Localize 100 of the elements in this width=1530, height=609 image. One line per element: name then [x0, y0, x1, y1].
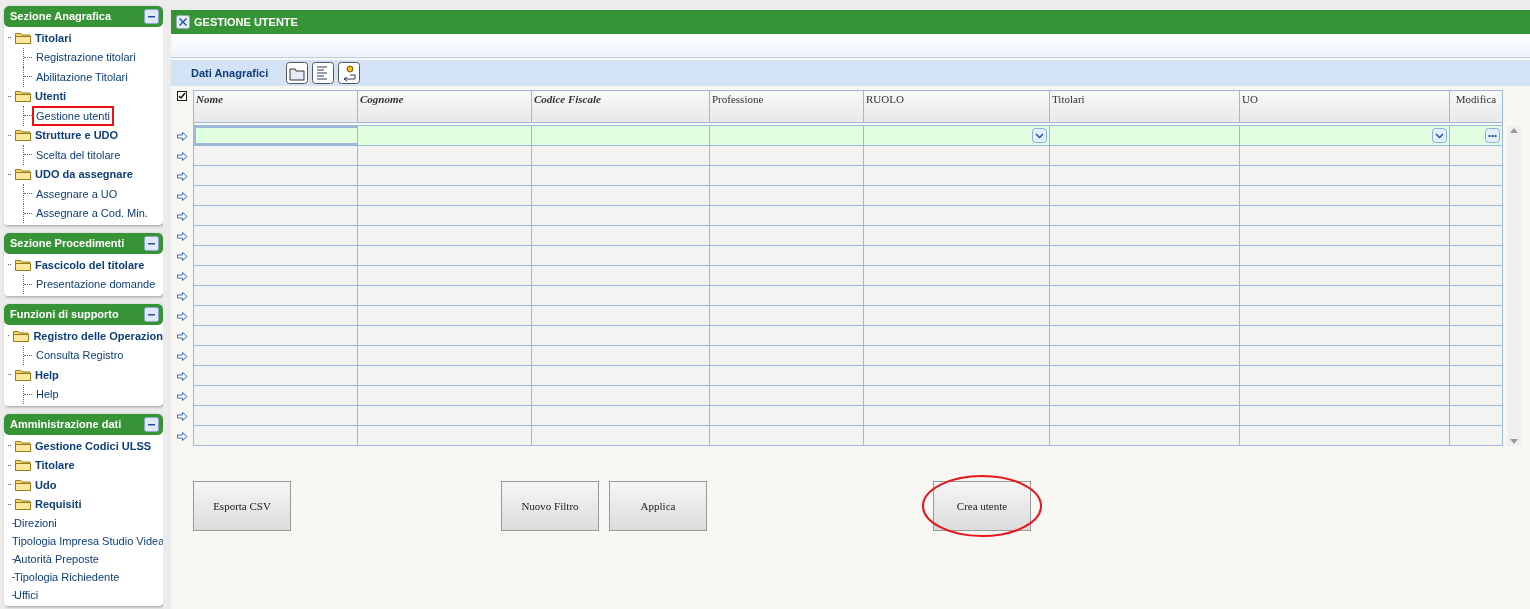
table-cell [1450, 186, 1502, 205]
folder-link[interactable]: UDO da assegnare [35, 166, 133, 183]
row-arrow-icon [176, 411, 188, 421]
menu-link[interactable]: Direzioni [14, 514, 57, 532]
row-arrow-icon [176, 151, 188, 161]
row-arrow-icon [176, 231, 188, 241]
row-arrow-icon [176, 391, 188, 401]
action-button[interactable]: Applica [609, 481, 707, 531]
close-icon[interactable] [176, 15, 190, 29]
folder-link[interactable]: Udo [35, 476, 57, 493]
row-arrow-icon [176, 351, 188, 361]
action-button[interactable]: Esporta CSV [193, 481, 291, 531]
folder-icon [15, 258, 31, 271]
tree-link[interactable]: Assegnare a UO [32, 183, 122, 204]
row-arrow-icon [176, 171, 188, 181]
panel-title: Amministrazione dati [10, 417, 122, 433]
row-arrow-icon [176, 311, 188, 321]
tree-link[interactable]: Help [32, 384, 63, 405]
table-cell [1450, 226, 1502, 245]
section-title: Dati Anagrafici [191, 65, 269, 81]
more-icon[interactable] [1485, 128, 1500, 143]
table-cell [1450, 286, 1502, 305]
row-arrow-icon [176, 431, 188, 441]
row-arrow-icon [176, 371, 188, 381]
menu-link[interactable]: Autorità Preposte [14, 550, 99, 568]
menu-link[interactable]: Tipologia Richiedente [14, 568, 120, 586]
folder-icon [15, 90, 31, 103]
column-header[interactable]: UO [1240, 91, 1450, 122]
panel-title: Funzioni di supporto [10, 307, 119, 323]
table-cell [1450, 346, 1502, 365]
table-cell [1450, 426, 1502, 445]
folder-icon [15, 168, 31, 181]
tree-link[interactable]: Registrazione titolari [32, 47, 140, 68]
user-button-icon[interactable] [338, 62, 361, 84]
table-cell [1450, 366, 1502, 385]
column-header[interactable]: Nome [194, 91, 358, 122]
table-cell [1450, 406, 1502, 425]
folder-link[interactable]: Fascicolo del titolare [35, 256, 145, 273]
folder-icon [15, 368, 31, 381]
folder-button-icon[interactable] [286, 62, 309, 84]
folder-icon [15, 129, 31, 142]
filter-field[interactable] [532, 126, 710, 145]
select-all-checkbox[interactable] [177, 91, 187, 101]
column-header[interactable]: Codice Fiscale [532, 91, 710, 122]
folder-link[interactable]: Titolare [35, 457, 75, 474]
column-header[interactable]: Modifica [1450, 91, 1502, 122]
folder-icon [15, 478, 31, 491]
dropdown-icon[interactable] [1032, 128, 1047, 143]
filter-field[interactable] [358, 126, 532, 145]
filter-field[interactable] [864, 126, 1050, 145]
tree-link[interactable]: Presentazione domande [32, 274, 160, 295]
filter-field[interactable] [194, 126, 358, 145]
folder-link[interactable]: Titolari [35, 29, 72, 46]
panel-title: Sezione Procedimenti [10, 236, 125, 252]
row-arrow-icon [176, 251, 188, 261]
column-header[interactable]: RUOLO [864, 91, 1050, 122]
table-cell [1450, 166, 1502, 185]
row-arrow-icon [176, 291, 188, 301]
action-button[interactable]: Crea utente [933, 481, 1031, 531]
row-arrow-icon [176, 131, 188, 141]
tree-link[interactable]: Scelta del titolare [32, 144, 125, 165]
folder-icon [15, 459, 31, 472]
collapse-icon[interactable] [144, 236, 159, 251]
column-header[interactable]: Titolari [1050, 91, 1240, 122]
table-cell [1450, 326, 1502, 345]
filter-field[interactable] [1240, 126, 1450, 145]
panel-title: Sezione Anagrafica [10, 9, 112, 25]
menu-link[interactable]: Uffici [14, 586, 39, 604]
filter-field[interactable] [710, 126, 864, 145]
table-cell [1450, 266, 1502, 285]
row-arrow-icon [176, 271, 188, 281]
dropdown-icon[interactable] [1432, 128, 1447, 143]
folder-link[interactable]: Requisiti [35, 496, 82, 513]
folder-link[interactable]: Help [35, 366, 59, 383]
column-header[interactable]: Cognome [358, 91, 532, 122]
action-button[interactable]: Nuovo Filtro [501, 481, 599, 531]
filter-field[interactable] [1050, 126, 1240, 145]
window-title: GESTIONE UTENTE [194, 14, 298, 30]
list-button-icon[interactable] [312, 62, 335, 84]
folder-icon [15, 31, 31, 44]
tree-link[interactable]: Assegnare a Cod. Min. [32, 203, 152, 224]
collapse-icon[interactable] [144, 9, 159, 24]
column-header[interactable]: Professione [710, 91, 864, 122]
table-cell [1450, 386, 1502, 405]
folder-icon [15, 498, 31, 511]
collapse-icon[interactable] [144, 417, 159, 432]
row-arrow-icon [176, 191, 188, 201]
tree-link[interactable]: Abilitazione Titolari [32, 66, 132, 87]
folder-link[interactable]: Registro delle Operazion [33, 327, 163, 344]
tree-link[interactable]: Gestione utenti [32, 105, 114, 126]
collapse-icon[interactable] [144, 307, 159, 322]
folder-icon [15, 439, 31, 452]
table-cell [1450, 246, 1502, 265]
folder-icon [13, 329, 30, 342]
filter-field[interactable] [1450, 126, 1502, 145]
folder-link[interactable]: Strutture e UDO [35, 127, 119, 144]
table-cell [1450, 306, 1502, 325]
folder-link[interactable]: Gestione Codici ULSS [35, 437, 152, 454]
tree-link[interactable]: Consulta Registro [32, 345, 128, 366]
folder-link[interactable]: Utenti [35, 88, 67, 105]
